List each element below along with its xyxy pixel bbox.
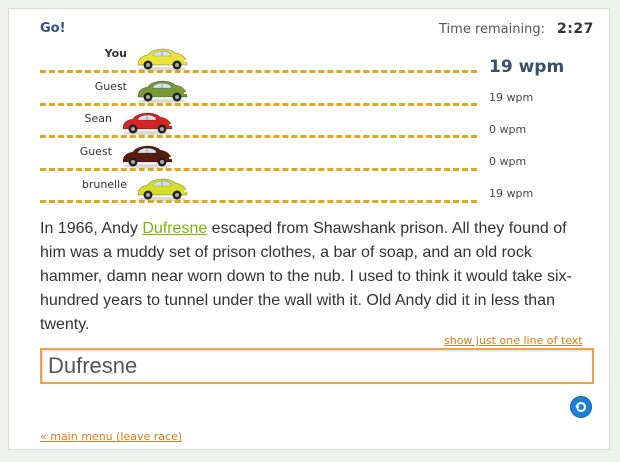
racer-wpm: 19 wpm xyxy=(489,91,534,104)
car-icon xyxy=(122,112,173,135)
car-icon xyxy=(122,145,173,168)
passage-typed-text: In 1966, Andy xyxy=(40,220,143,237)
track-line xyxy=(40,103,477,106)
racer-name: brunelle xyxy=(81,178,127,191)
typing-input[interactable] xyxy=(40,348,594,384)
car-icon xyxy=(137,48,188,71)
refresh-icon-glyph xyxy=(575,402,586,413)
racer-wpm: 19 wpm xyxy=(489,57,565,77)
racer-wpm: 19 wpm xyxy=(489,187,534,200)
track-line xyxy=(40,70,477,73)
racer-wpm: 0 wpm xyxy=(489,123,527,136)
car-icon xyxy=(137,178,188,201)
time-remaining-label: Time remaining: xyxy=(439,22,545,37)
main-menu-link[interactable]: « main menu (leave race) xyxy=(40,430,182,443)
race-passage: In 1966, Andy Dufresne escaped from Shaw… xyxy=(40,217,592,337)
racer-name: Guest xyxy=(94,80,127,93)
refresh-icon[interactable] xyxy=(570,396,592,418)
time-remaining-value: 2:27 xyxy=(557,21,594,37)
racer-name: You xyxy=(104,47,127,60)
show-one-line-link[interactable]: show just one line of text xyxy=(444,334,583,347)
car-icon xyxy=(137,80,188,103)
racer-name: Guest xyxy=(79,145,112,158)
race-status-label: Go! xyxy=(40,21,66,36)
track-line xyxy=(40,168,477,171)
track-line xyxy=(40,200,477,203)
track-line xyxy=(40,135,477,138)
passage-current-word: Dufresne xyxy=(142,220,208,237)
racer-name: Sean xyxy=(84,112,112,125)
racer-wpm: 0 wpm xyxy=(489,155,527,168)
race-panel: Go! Time remaining: 2:27 You 19 wpm Gues… xyxy=(8,8,610,450)
